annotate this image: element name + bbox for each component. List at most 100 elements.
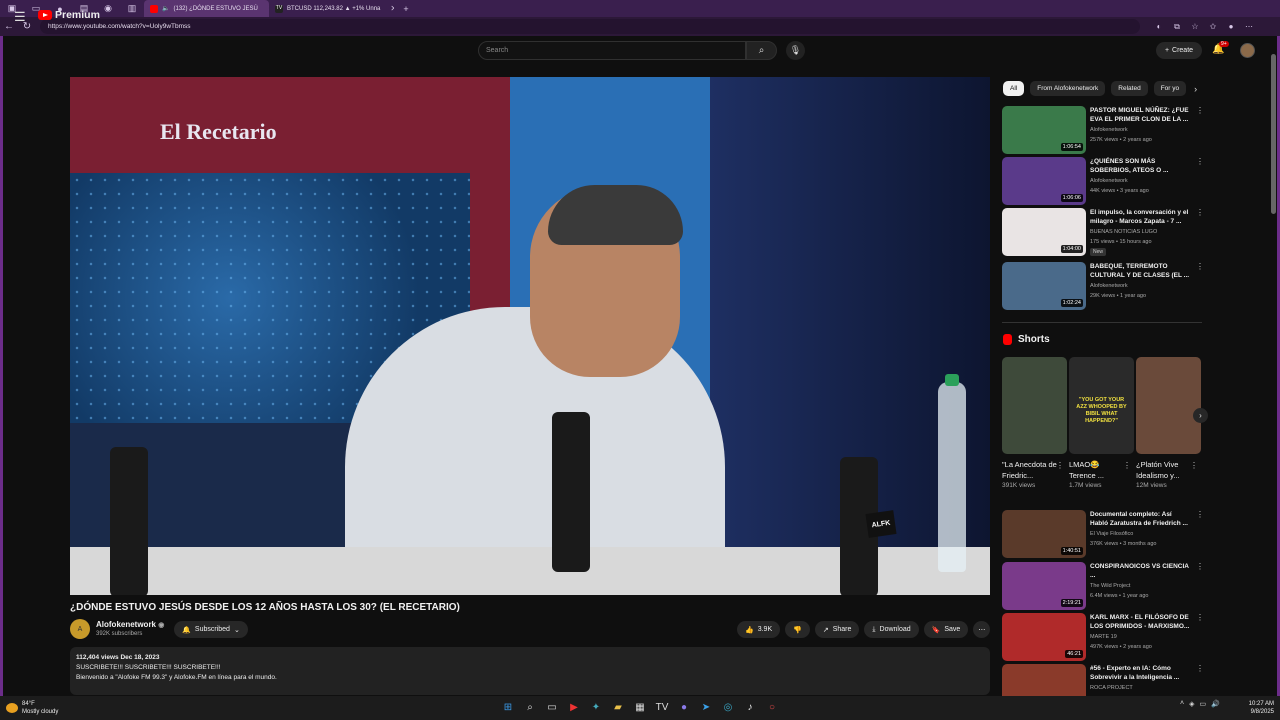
short-item[interactable]: "YOU GOT YOUR AZZ WHOOPED BY BIBIL WHAT … — [1069, 357, 1134, 489]
location-icon[interactable]: ◈ — [1189, 700, 1194, 708]
profile-icon[interactable]: ● — [1224, 20, 1238, 34]
account-avatar[interactable] — [1240, 43, 1255, 58]
tiktok-icon[interactable]: ♪ — [742, 699, 758, 716]
recommended-video[interactable]: 1:02:24 BABEQUE, TERREMOTO CULTURAL Y DE … — [1002, 262, 1204, 312]
more-vertical-icon[interactable]: ⋮ — [1196, 106, 1204, 115]
recommended-video[interactable]: 1:40:51 Documental completo: Así Habló Za… — [1002, 510, 1204, 560]
channel-name[interactable]: Alofokenetwork ◉ — [96, 620, 164, 629]
cloud-sun-icon — [6, 703, 18, 713]
recommended-video[interactable]: 2:19:21 CONSPIRANOICOS VS CIENCIA ... The … — [1002, 562, 1204, 612]
tradingview-icon[interactable]: TV — [654, 699, 670, 716]
more-vertical-icon[interactable]: ⋮ — [1196, 562, 1204, 571]
short-item[interactable]: ¿Platón Vive Idealismo y... 12M views ⋮ — [1136, 357, 1201, 489]
short-item[interactable]: "La Anecdota de Friedric... 391K views ⋮ — [1002, 357, 1067, 489]
voice-search-button[interactable]: 🎙 — [786, 41, 805, 60]
thumbs-up-icon: 👍 — [745, 626, 754, 634]
tab-youtube[interactable]: 🔈 (132) ¿DÓNDE ESTUVO JESÚ ✕ — [144, 0, 269, 17]
translate-icon[interactable]: ⧉ — [1170, 20, 1184, 34]
recommended-video[interactable]: 46:21 KARL MARX - EL FILÓSOFO DE LOS OPRI… — [1002, 613, 1204, 663]
tab-tradingview[interactable]: TV BTCUSD 112,243.82 ▲ +1% Unna ✕ — [269, 0, 394, 17]
copilot-icon[interactable]: ✦ — [588, 699, 604, 716]
subscribed-label: Subscribed — [194, 626, 230, 633]
like-button[interactable]: 👍 3.9K — [737, 621, 781, 638]
more-vertical-icon[interactable]: ⋮ — [1123, 461, 1131, 470]
speaker-icon[interactable]: 🔈 — [162, 5, 169, 12]
chip-from-channel[interactable]: From Alofokenetwork — [1030, 81, 1106, 96]
scrollbar-thumb[interactable] — [1271, 54, 1276, 214]
youtube-logo[interactable]: Premium — [38, 9, 100, 21]
video-thumbnail[interactable]: 1:04:00 — [1002, 208, 1086, 256]
short-thumbnail[interactable] — [1136, 357, 1201, 454]
page-scrollbar[interactable] — [1271, 44, 1276, 689]
network-icon[interactable]: ▭ — [1199, 700, 1206, 708]
video-thumbnail[interactable]: 1:02:24 — [1002, 262, 1086, 310]
short-thumbnail[interactable]: "YOU GOT YOUR AZZ WHOOPED BY BIBIL WHAT … — [1069, 357, 1134, 454]
more-actions-button[interactable]: ⋯ — [973, 621, 991, 638]
create-button[interactable]: + Create — [1156, 42, 1202, 59]
alofoke-mic-flag: ALFK — [865, 510, 897, 538]
subscribed-button[interactable]: 🔔 Subscribed ⌄ — [174, 621, 248, 638]
more-vertical-icon[interactable]: ⋮ — [1196, 664, 1204, 673]
description-box[interactable]: 112,404 views Dec 18, 2023 SUSCRIBETE!!!… — [70, 647, 990, 695]
download-icon: ⤓ — [872, 625, 876, 633]
more-icon[interactable]: ⋯ — [1242, 20, 1256, 34]
file-explorer-icon[interactable]: ▰ — [610, 699, 626, 716]
search-input[interactable]: Search — [478, 41, 746, 60]
save-button[interactable]: 🔖 Save — [923, 621, 969, 638]
more-vertical-icon[interactable]: ⋮ — [1196, 613, 1204, 622]
clock[interactable]: 10:27 AM 9/8/2025 — [1240, 700, 1274, 716]
more-vertical-icon[interactable]: ⋮ — [1196, 208, 1204, 217]
weather-widget[interactable]: 84°F Mostly cloudy — [6, 700, 58, 716]
channel-name: Alofokenetwork — [1090, 127, 1128, 133]
shorts-next-button[interactable]: › — [1193, 408, 1208, 423]
view-count: 257K views • 2 years ago — [1090, 137, 1152, 143]
verified-icon: ◉ — [158, 622, 165, 629]
more-vertical-icon[interactable]: ⋮ — [1196, 262, 1204, 271]
notifications-button[interactable]: 🔔 9+ — [1212, 41, 1229, 55]
start-icon[interactable]: ⊞ — [500, 699, 516, 716]
youtube-app-icon[interactable]: ▶ — [566, 699, 582, 716]
more-vertical-icon[interactable]: ⋮ — [1190, 461, 1198, 470]
short-views: 12M views — [1136, 482, 1167, 489]
recommended-video[interactable]: 1:06:06 ¿QUIÉNES SON MÁS SOBERBIOS, ATEOS… — [1002, 157, 1204, 207]
video-player[interactable]: El Recetario ALFK — [70, 77, 990, 595]
reader-icon[interactable]: ◐ — [1152, 20, 1166, 34]
collections-icon[interactable]: ✩ — [1206, 20, 1220, 34]
video-thumbnail[interactable]: 1:06:06 — [1002, 157, 1086, 205]
dislike-button[interactable]: 👎 — [785, 621, 810, 638]
chip-for-you[interactable]: For yo — [1153, 81, 1187, 96]
share-button[interactable]: ↗ Share — [814, 621, 860, 638]
more-vertical-icon[interactable]: ⋮ — [1196, 157, 1204, 166]
video-thumbnail[interactable]: 1:40:51 — [1002, 510, 1086, 558]
recommended-video[interactable]: 1:04:00 El impulso, la conversación y el … — [1002, 208, 1204, 258]
volume-icon[interactable]: 🔊 — [1211, 700, 1220, 708]
chip-related[interactable]: Related — [1111, 81, 1148, 96]
store-icon[interactable]: ▦ — [632, 699, 648, 716]
channel-name: Alofokenetwork — [1090, 283, 1128, 289]
favorite-icon[interactable]: ☆ — [1188, 20, 1202, 34]
short-thumbnail[interactable] — [1002, 357, 1067, 454]
video-thumbnail[interactable]: 46:21 — [1002, 613, 1086, 661]
duration-badge: 1:04:00 — [1060, 245, 1083, 253]
recommended-video[interactable]: 1:06:54 PASTOR MIGUEL NÚÑEZ: ¿FUE EVA EL … — [1002, 106, 1204, 156]
telegram-icon[interactable]: ➤ — [698, 699, 714, 716]
video-thumbnail[interactable]: 1:06:54 — [1002, 106, 1086, 154]
pinned-tab-4[interactable]: ▥ — [120, 0, 144, 17]
new-tab-icon[interactable]: + — [394, 0, 418, 17]
video-thumbnail[interactable]: 2:19:21 — [1002, 562, 1086, 610]
edge-icon[interactable]: ◎ — [720, 699, 736, 716]
task-view-icon[interactable]: ▭ — [544, 699, 560, 716]
more-vertical-icon[interactable]: ⋮ — [1056, 461, 1064, 470]
channel-avatar[interactable]: A — [70, 619, 90, 639]
menu-icon[interactable]: ☰ — [14, 9, 26, 25]
search-icon[interactable]: ⌕ — [522, 699, 538, 716]
chevron-right-icon[interactable]: › — [1194, 84, 1197, 94]
chevron-up-icon[interactable]: ˄ — [1180, 700, 1184, 708]
url-input[interactable]: https://www.youtube.com/watch?v=Uoly9wTb… — [40, 19, 1140, 34]
opera-icon[interactable]: ○ — [764, 699, 780, 716]
chip-all[interactable]: All — [1003, 81, 1025, 96]
discord-icon[interactable]: ● — [676, 699, 692, 716]
more-vertical-icon[interactable]: ⋮ — [1196, 510, 1204, 519]
download-button[interactable]: ⤓ Download — [864, 621, 919, 638]
search-button[interactable]: ⌕ — [746, 41, 777, 60]
